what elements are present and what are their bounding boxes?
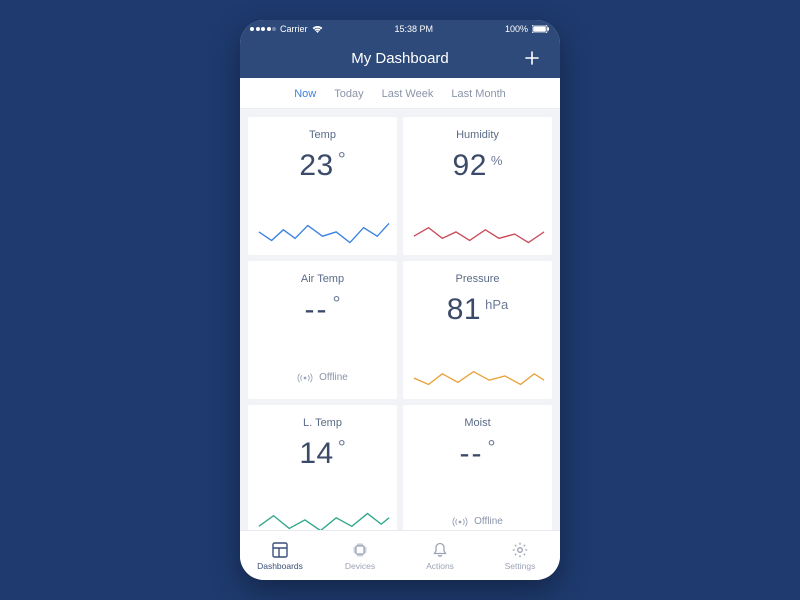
signal-icon (297, 373, 313, 383)
carrier-label: Carrier (280, 24, 308, 34)
card-value: -- (460, 437, 484, 471)
card-unit: hPa (485, 297, 508, 312)
sparkline (254, 217, 391, 249)
card-unit: ° (487, 437, 495, 460)
bottom-nav: Dashboards Devices Actions Settings (240, 530, 560, 580)
signal-icon (452, 517, 468, 527)
card-value-row: -- ° (305, 293, 341, 331)
card-title: L. Temp (303, 417, 342, 429)
nav-settings[interactable]: Settings (480, 541, 560, 571)
sparkline (409, 217, 546, 249)
nav-dashboards[interactable]: Dashboards (240, 541, 320, 571)
offline-status: Offline (297, 372, 348, 393)
card-title: Moist (464, 417, 490, 429)
nav-label: Devices (345, 561, 375, 571)
sparkline (254, 505, 391, 530)
sparkline (409, 361, 546, 393)
card-value-row: 81 hPa (447, 293, 509, 331)
card-title: Temp (309, 129, 336, 141)
offline-status: Offline (452, 516, 503, 530)
nav-actions[interactable]: Actions (400, 541, 480, 571)
card-value-row: 92 % (453, 149, 503, 187)
card-value: -- (305, 293, 329, 327)
nav-devices[interactable]: Devices (320, 541, 400, 571)
tab-today[interactable]: Today (334, 88, 363, 100)
battery-percent: 100% (505, 24, 528, 34)
dashboard-content: Temp 23 ° Humidity 92 % (240, 109, 560, 530)
offline-label: Offline (474, 516, 503, 527)
signal-strength-icon (250, 27, 276, 31)
sensor-grid: Temp 23 ° Humidity 92 % (248, 117, 552, 530)
tab-last-week[interactable]: Last Week (382, 88, 434, 100)
status-right: 100% (505, 24, 550, 34)
nav-label: Settings (505, 561, 536, 571)
wifi-icon (312, 25, 323, 34)
sensor-card-l-temp[interactable]: L. Temp 14 ° (248, 405, 397, 530)
status-left: Carrier (250, 24, 323, 34)
sensor-card-moist[interactable]: Moist -- ° Offline (403, 405, 552, 530)
card-unit: ° (338, 437, 346, 460)
card-unit: % (491, 153, 503, 168)
offline-label: Offline (319, 372, 348, 383)
card-value: 92 (453, 149, 487, 183)
nav-label: Actions (426, 561, 454, 571)
card-unit: ° (332, 293, 340, 316)
phone-frame: Carrier 15:38 PM 100% My Dashboard Now T… (240, 20, 560, 580)
app-header: My Dashboard (240, 38, 560, 78)
tab-now[interactable]: Now (294, 88, 316, 100)
add-button[interactable] (516, 38, 548, 78)
time-range-tabs: Now Today Last Week Last Month (240, 78, 560, 109)
status-time: 15:38 PM (394, 24, 433, 34)
card-title: Humidity (456, 129, 499, 141)
card-title: Pressure (455, 273, 499, 285)
card-value: 14 (299, 437, 333, 471)
card-title: Air Temp (301, 273, 344, 285)
battery-icon (532, 25, 550, 33)
card-value: 23 (299, 149, 333, 183)
dashboard-icon (271, 541, 289, 559)
card-value-row: 23 ° (299, 149, 345, 187)
plus-icon (523, 49, 541, 67)
card-value: 81 (447, 293, 481, 327)
sensor-card-humidity[interactable]: Humidity 92 % (403, 117, 552, 255)
tab-last-month[interactable]: Last Month (451, 88, 505, 100)
bell-icon (431, 541, 449, 559)
card-value-row: 14 ° (299, 437, 345, 475)
sensor-card-temp[interactable]: Temp 23 ° (248, 117, 397, 255)
status-bar: Carrier 15:38 PM 100% (240, 20, 560, 38)
card-unit: ° (338, 149, 346, 172)
sensor-card-pressure[interactable]: Pressure 81 hPa (403, 261, 552, 399)
nav-label: Dashboards (257, 561, 303, 571)
page-title: My Dashboard (351, 50, 449, 67)
gear-icon (511, 541, 529, 559)
sensor-card-air-temp[interactable]: Air Temp -- ° Offline (248, 261, 397, 399)
devices-icon (351, 541, 369, 559)
card-value-row: -- ° (460, 437, 496, 475)
